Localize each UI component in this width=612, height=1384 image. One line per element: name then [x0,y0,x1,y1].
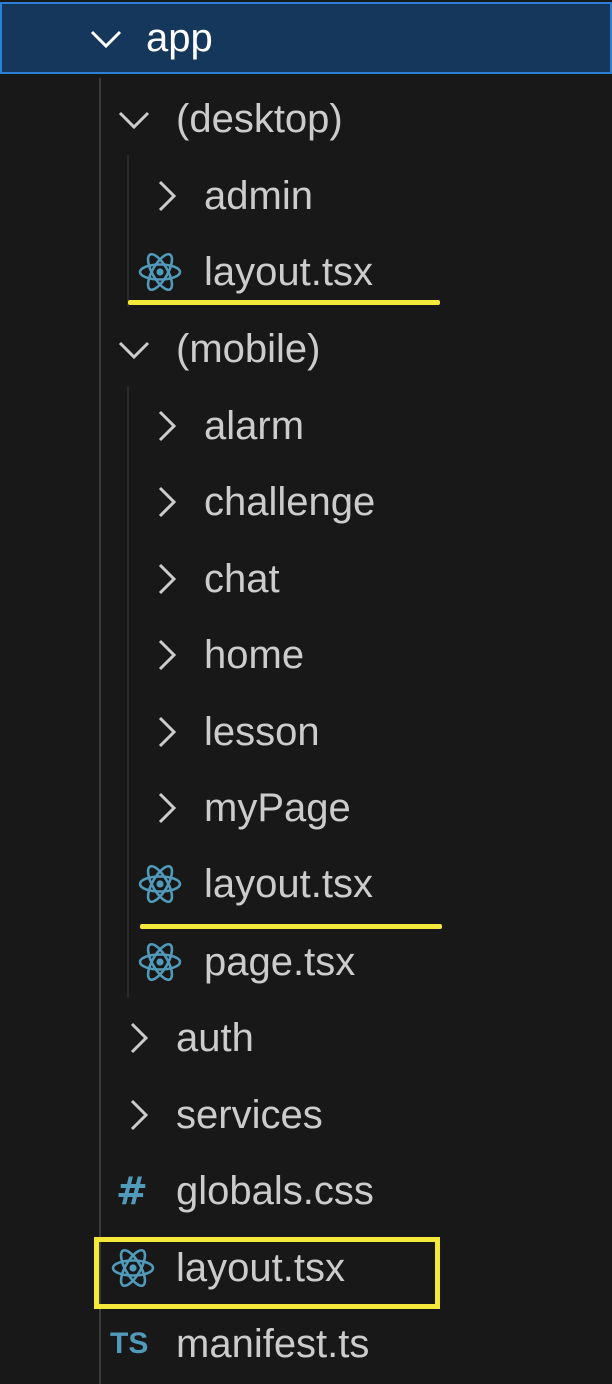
tree-item-label: page.tsx [204,939,356,984]
chevron-down-icon [118,111,150,129]
tree-file-manifest-ts[interactable]: TS manifest.ts [0,1305,612,1382]
chevron-right-icon [158,716,177,747]
chevron-right-icon [158,180,177,211]
tree-file-globals-css[interactable]: # globals.css [0,1152,612,1229]
tree-folder-auth[interactable]: auth [0,999,612,1076]
tree-item-label: layout.tsx [204,249,373,294]
chevron-right-icon [158,486,177,517]
tree-item-label: home [204,632,305,677]
tree-folder-mypage[interactable]: myPage [0,769,612,846]
chevron-right-icon [130,1022,149,1053]
tree-folder-chat[interactable]: chat [0,540,612,617]
chevron-right-icon [130,1099,149,1130]
tree-folder-app[interactable]: app [0,2,612,74]
highlight-underline [128,300,440,305]
chevron-down-icon [90,30,122,49]
chevron-right-icon [158,792,177,823]
chevron-right-icon [158,639,177,670]
tree-item-label: auth [176,1015,254,1060]
chevron-down-icon [118,341,150,359]
highlight-box [94,1237,440,1309]
tree-item-label: services [176,1092,323,1137]
tree-item-label: manifest.ts [176,1321,370,1366]
tree-item-label: alarm [204,403,305,448]
tree-item-label: chat [204,556,280,601]
react-icon [138,864,182,903]
typescript-icon: TS [110,1326,149,1360]
tree-item-label: (desktop) [176,96,343,141]
tree-item-label: myPage [204,785,351,830]
file-explorer-tree: app (desktop) admin layout.tsx (mobile) … [0,0,612,1384]
tree-folder-lesson[interactable]: lesson [0,693,612,770]
react-icon [138,252,182,291]
tree-item-label: (mobile) [176,326,321,371]
tree-file-page-tsx[interactable]: page.tsx [0,923,612,1000]
tree-folder-alarm[interactable]: alarm [0,387,612,464]
tree-item-label: challenge [204,479,376,524]
tree-folder-desktop[interactable]: (desktop) [0,80,612,157]
tree-folder-home[interactable]: home [0,616,612,693]
tree-folder-services[interactable]: services [0,1076,612,1153]
react-icon [138,942,182,981]
tree-item-label: admin [204,173,313,218]
tree-item-label: layout.tsx [204,861,373,906]
tree-item-label: lesson [204,709,320,754]
tree-file-layout-tsx[interactable]: layout.tsx [0,233,612,310]
tree-item-label: app [146,16,213,60]
css-hash-icon: # [116,1168,148,1213]
tree-folder-challenge[interactable]: challenge [0,463,612,540]
tree-folder-mobile[interactable]: (mobile) [0,310,612,387]
tree-file-layout-tsx[interactable]: layout.tsx [0,845,612,922]
tree-item-label: globals.css [176,1168,374,1213]
tree-folder-admin[interactable]: admin [0,157,612,234]
chevron-right-icon [158,563,177,594]
chevron-right-icon [158,410,177,441]
